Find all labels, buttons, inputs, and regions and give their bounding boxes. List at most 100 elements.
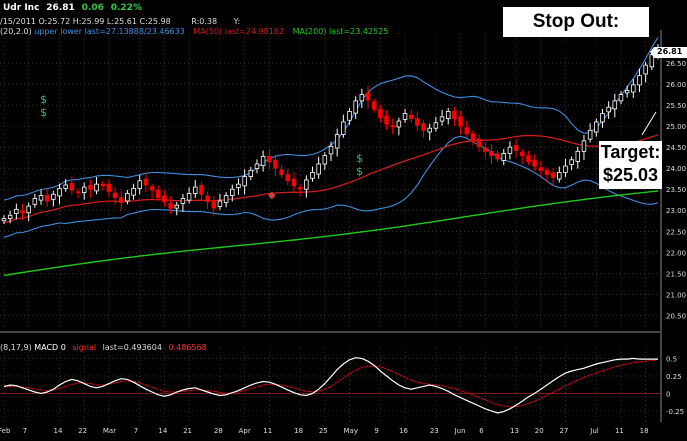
date-tick-label: 16 <box>399 427 408 435</box>
header-line: Udr Inc 26.81 0.06 0.22% <box>3 3 142 13</box>
bb-last: last=27.13888/23.46633 <box>84 27 185 36</box>
macd-signal-label: signal <box>72 343 97 352</box>
candle-up <box>328 145 334 155</box>
candle-up <box>334 134 340 149</box>
macd-signal-line <box>3 359 659 408</box>
target-pointer-line <box>641 111 657 136</box>
candle-down <box>88 185 93 190</box>
candle-down <box>458 116 463 127</box>
candle-down <box>291 178 297 187</box>
flag-value: Y: <box>233 17 241 26</box>
candle-up <box>248 169 254 177</box>
bb-upper-label: upper <box>34 27 58 36</box>
macd-tick-label: 0.5 <box>666 355 677 363</box>
candle-up <box>125 193 130 202</box>
candle-up <box>563 165 568 173</box>
date-tick-label: 18 <box>640 427 649 435</box>
candle-down <box>470 133 476 142</box>
candle-down <box>279 169 284 175</box>
date-axis-labels: Feb 7 14 22 Mar 7 14 21 28 Apr 11 18 25 May 9 16 23 Jun 6 1… <box>0 427 649 435</box>
bb-prefix: (20,2.0) <box>0 27 32 36</box>
candle-down <box>20 210 25 214</box>
candle-down <box>44 195 50 202</box>
candle-down <box>205 195 210 203</box>
price-tick-label: 21.00 <box>666 291 686 299</box>
candle-down <box>199 185 204 195</box>
ratio-value: R:0.38 <box>191 17 218 26</box>
candle-down <box>149 186 155 191</box>
target-label: Target: <box>600 142 661 162</box>
candle-up <box>57 187 62 197</box>
target-value: $25.03 <box>602 165 659 185</box>
macd-tick-label: 0.25 <box>666 373 682 381</box>
dividend-marker: $ <box>356 152 363 165</box>
date-tick-label: 14 <box>158 427 167 435</box>
target-annotation: Target: $25.03 <box>599 141 662 189</box>
candle-up <box>193 186 198 194</box>
ma200-line <box>3 190 659 277</box>
candle-up <box>402 113 408 120</box>
candle-up <box>316 163 321 175</box>
macd-signal-last: 0.486568 <box>168 343 207 352</box>
date-tick-label: Mar <box>103 427 116 435</box>
candle-up <box>612 100 618 110</box>
candle-up <box>433 122 439 129</box>
candle-down <box>384 115 389 125</box>
candle-up <box>569 159 574 165</box>
date-tick-label: 6 <box>479 427 484 435</box>
date-tick-label: 7 <box>134 427 138 435</box>
date-tick-label: Jun <box>454 427 466 435</box>
candle-down <box>168 203 173 209</box>
candle-up <box>322 155 328 165</box>
candle-up <box>137 180 142 189</box>
candle-down <box>143 178 149 186</box>
candle-down <box>452 110 457 119</box>
candle-down <box>532 159 537 167</box>
candle-up <box>94 183 99 192</box>
candle-up <box>637 75 642 86</box>
date-tick-label: 20 <box>535 427 544 435</box>
candle-up <box>174 204 180 209</box>
macd-axis-labels: 0.5 0.25 0 -0.25 <box>666 355 684 416</box>
candle-down <box>482 147 488 152</box>
candle-up <box>217 200 223 207</box>
candle-up <box>396 120 402 128</box>
candle-down <box>550 172 556 178</box>
candle-down <box>162 195 167 203</box>
dividend-marker: $ <box>356 165 363 178</box>
candle-down <box>476 138 482 147</box>
date-tick-label: 11 <box>615 427 624 435</box>
date-tick-label: May <box>344 427 358 435</box>
price-change-pct: 0.22% <box>110 3 142 13</box>
indicator-legend: (20,2.0) upper lower last=27.13888/23.46… <box>0 27 388 36</box>
candle-up <box>38 195 44 201</box>
candle-down <box>520 151 525 156</box>
price-change: 0.06 <box>81 3 104 13</box>
candle-up <box>14 208 19 215</box>
ma50-label: MA(50) <box>193 27 223 36</box>
candle-up <box>341 121 346 135</box>
candle-down <box>378 108 383 119</box>
candle-down <box>513 145 519 151</box>
candle-up <box>600 113 605 123</box>
bb-lower-label: lower <box>60 27 83 36</box>
macd-tick-label: -0.25 <box>666 408 684 416</box>
candle-up <box>501 153 507 162</box>
ma200-label: MA(200) <box>292 27 327 36</box>
candle-up <box>310 171 315 179</box>
candle-down <box>544 169 550 175</box>
candle-up <box>427 127 432 133</box>
candle-down <box>365 92 371 101</box>
date-tick-label: 9 <box>374 427 378 435</box>
date-tick-label: 14 <box>54 427 63 435</box>
main-panel-grid <box>0 34 660 330</box>
candle-up <box>131 187 136 196</box>
price-tick-label: 24.00 <box>666 165 686 173</box>
candle-up <box>186 193 192 201</box>
candle-down <box>155 189 161 199</box>
bollinger-bands <box>3 37 659 238</box>
candle-down <box>538 167 544 171</box>
candle-down <box>75 191 81 194</box>
price-tick-label: 21.50 <box>666 270 686 278</box>
candle-up <box>236 183 241 188</box>
